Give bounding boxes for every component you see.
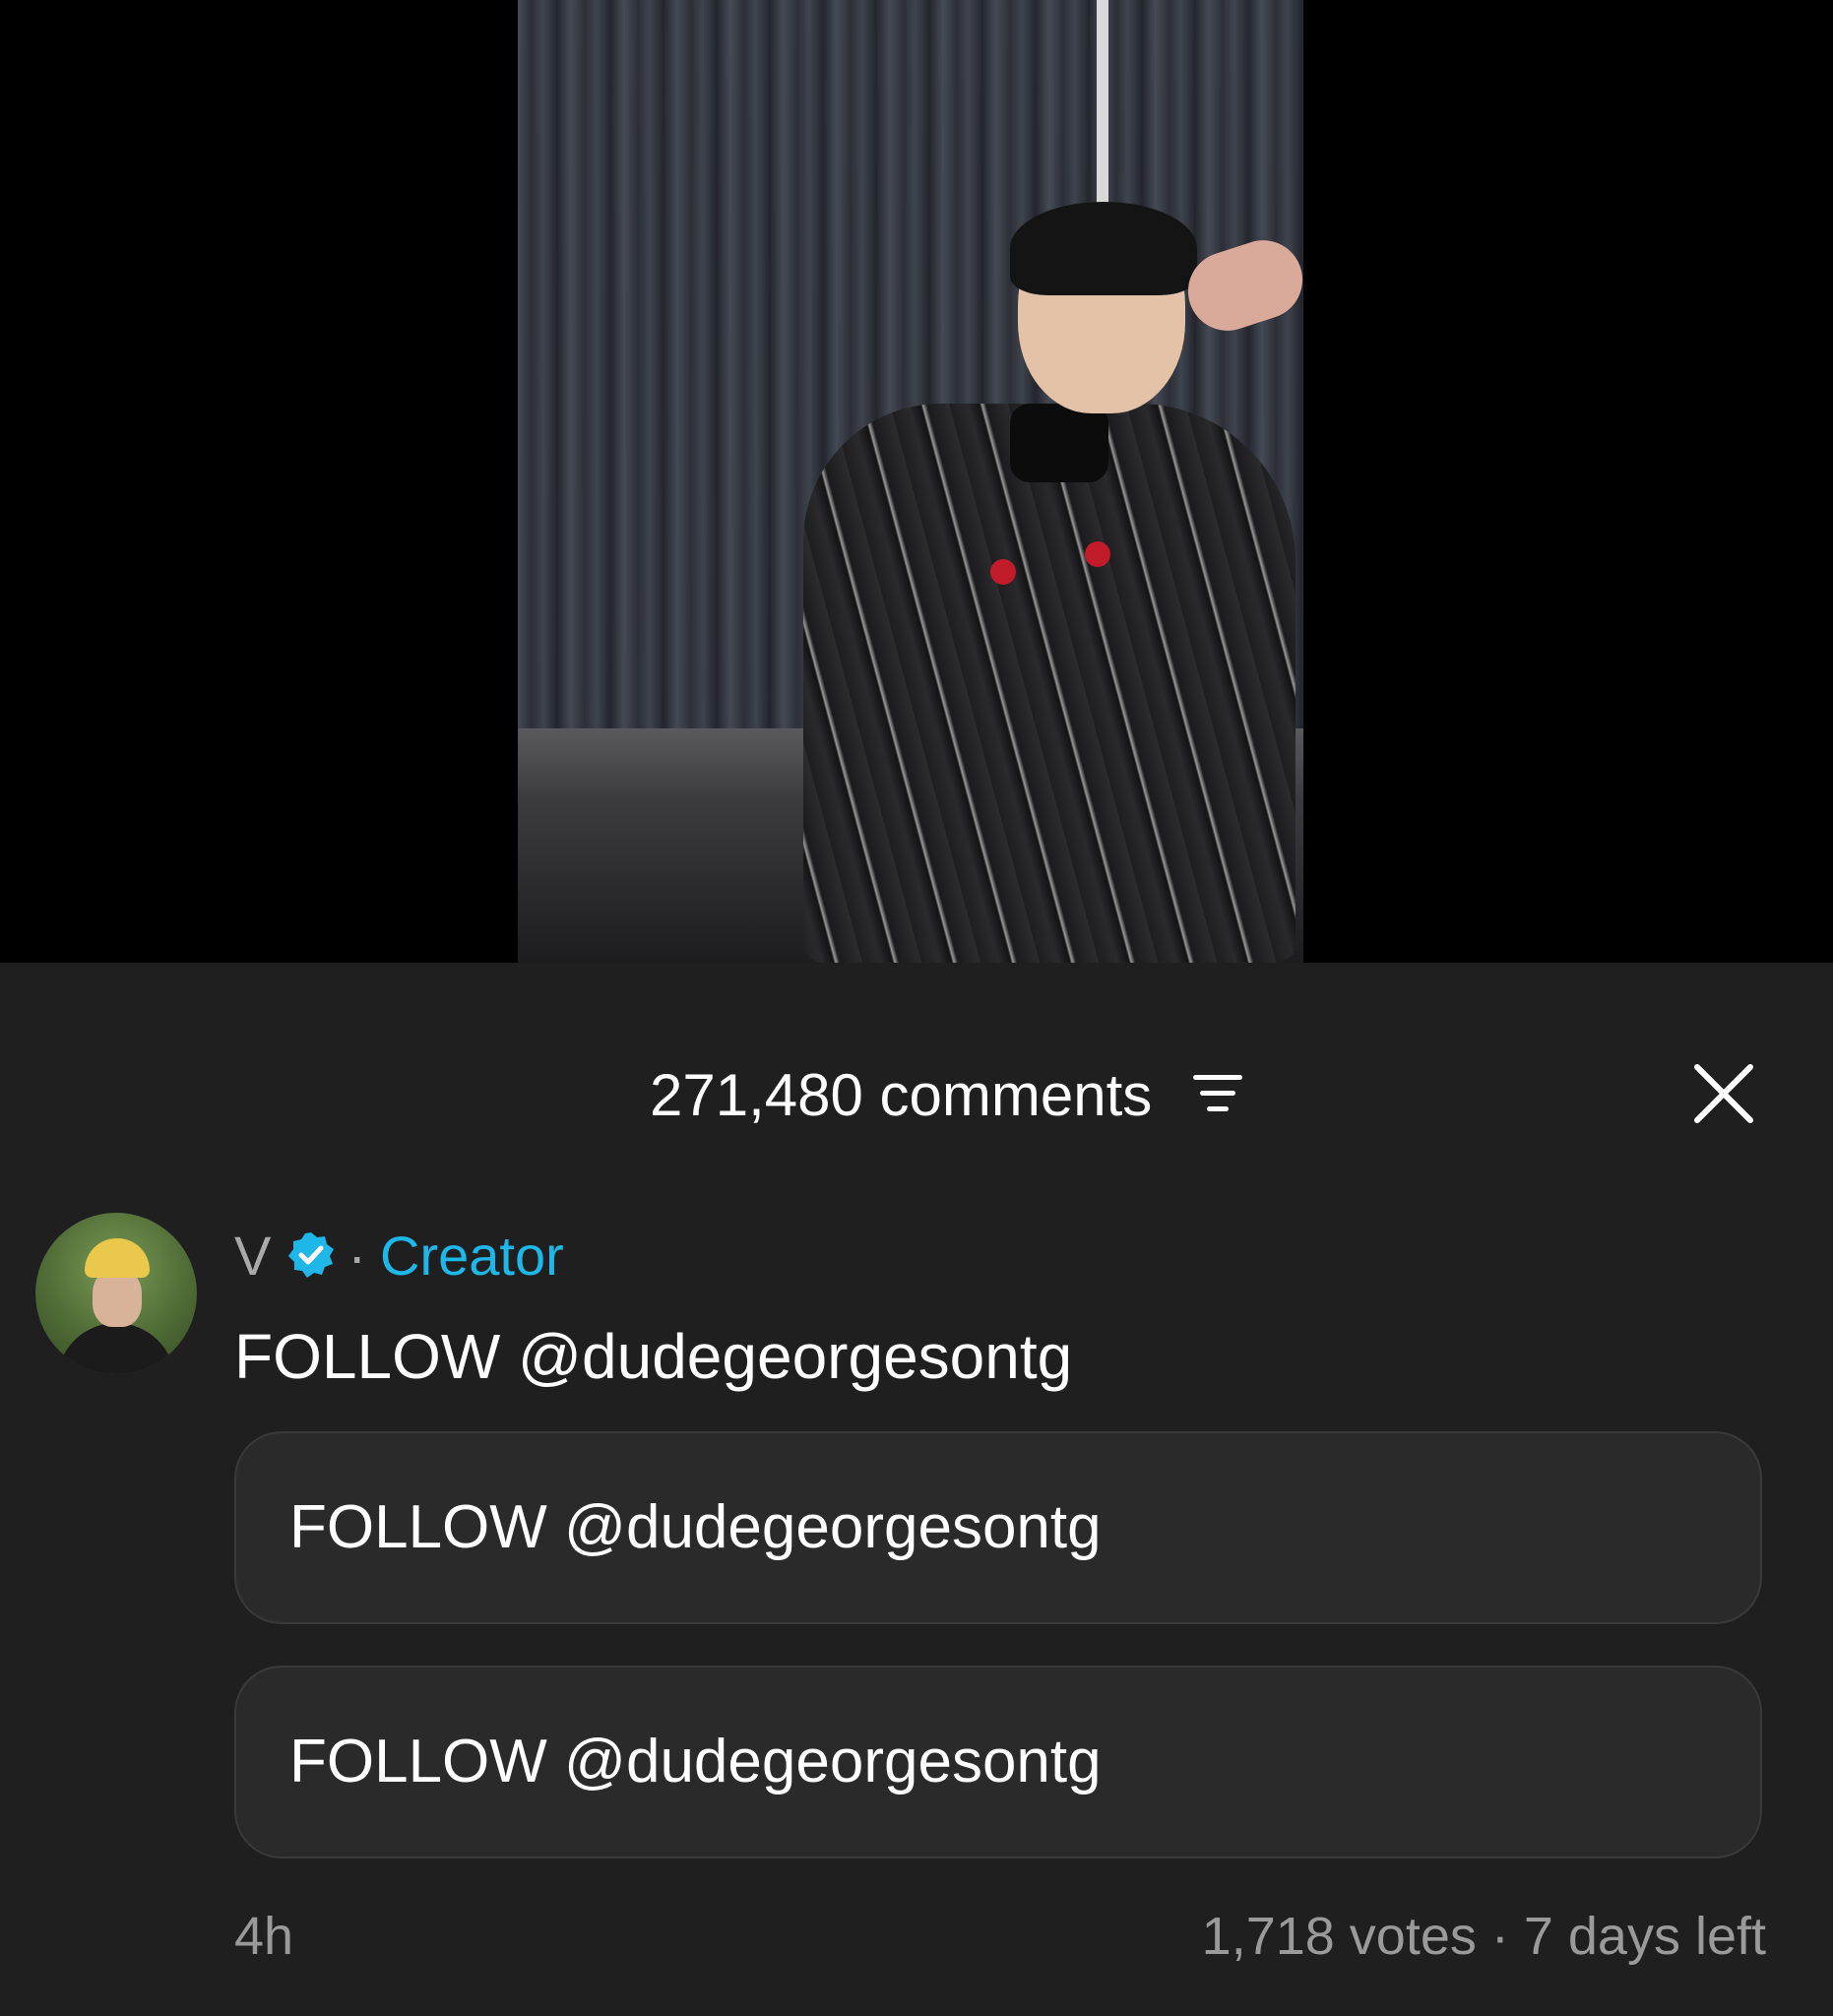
video-player[interactable] [0,0,1833,963]
author-name[interactable]: V [234,1224,271,1288]
avatar-helmet [85,1238,150,1278]
creator-badge: Creator [380,1224,564,1287]
comment-count: 271,480 comments [650,1062,1153,1128]
avatar-shirt [57,1323,175,1374]
comment-text: FOLLOW @dudegeorgesontg [234,1321,1073,1392]
comments-panel: 271,480 comments V · Creator FOLLOW @dud… [0,963,1833,2016]
poll-option-label: FOLLOW @dudegeorgesontg [289,1493,1102,1561]
poll-option-2[interactable]: FOLLOW @dudegeorgesontg [234,1666,1762,1858]
subject-jacket [803,404,1296,963]
subject-hair [1010,202,1197,295]
subject-collar [1010,404,1108,482]
author-avatar[interactable] [35,1213,197,1374]
verified-badge-icon [288,1232,335,1278]
poll-option-label: FOLLOW @dudegeorgesontg [289,1728,1102,1796]
poll-votes-meta: 1,718 votes · 7 days left [1201,1907,1766,1966]
comment-timestamp: 4h [234,1907,294,1966]
filter-icon[interactable] [1193,1071,1242,1116]
comment-author-row: V · Creator [234,1221,564,1290]
jacket-red-detail [990,559,1016,585]
avatar-face [93,1270,142,1327]
close-icon[interactable] [1691,1061,1756,1126]
jacket-red-detail [1085,541,1110,567]
video-frame [518,0,1303,963]
meta-separator: · [348,1224,367,1287]
comments-header: 271,480 comments [0,963,1833,1199]
poll-option-1[interactable]: FOLLOW @dudegeorgesontg [234,1431,1762,1624]
